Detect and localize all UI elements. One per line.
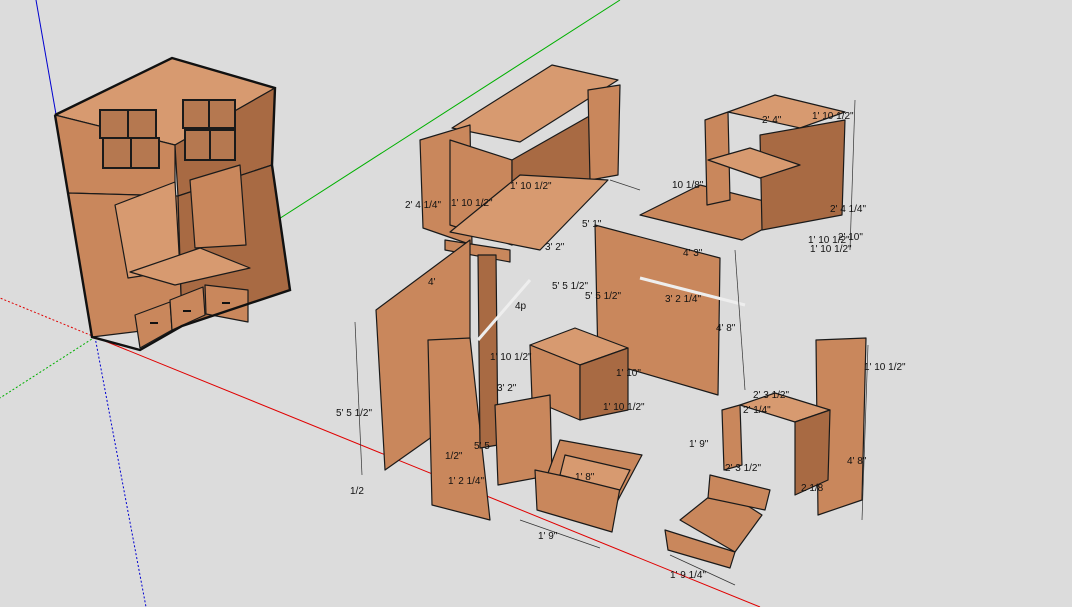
dim-label: 4' (428, 277, 436, 288)
dim-label: 1' 10 1/2" (810, 244, 852, 255)
dim-label: 1' 10 1/2" (864, 362, 906, 373)
dim-label: 10 1/8" (672, 180, 704, 191)
dim-label: 5' 5 (474, 441, 490, 452)
dim-label: 2 1/8 (801, 483, 824, 494)
dim-label: 1/2" (445, 451, 463, 462)
exploded-right-bottom-unit[interactable] (664, 392, 831, 569)
dim-label: 2' 10" (838, 232, 863, 243)
model-canvas[interactable]: 2' 4" 1' 10 1/2" 1' 10 1/2" 10 1/8" 2' 4… (0, 0, 1072, 607)
dim-label: 3' 2" (497, 383, 517, 394)
dim-label: 4' 8" (716, 323, 736, 334)
dim-label: 1' 9" (689, 439, 709, 450)
dim-label: 3' 2" (545, 242, 565, 253)
dim-label: 4' 3" (683, 248, 703, 259)
dim-label: 1' 2 1/4" (448, 476, 484, 487)
dim-label: 1' 10" (616, 368, 641, 379)
dim-label: 3' 2 1/4" (665, 294, 701, 305)
dim-label: 4p (515, 301, 527, 312)
dim-label: 5' 5 1/2" (336, 408, 372, 419)
dim-label: 2' 4 1/4" (405, 200, 441, 211)
dim-label: 2' 4" (762, 115, 782, 126)
dim-label: 1' 9 1/4" (670, 570, 706, 581)
red-x-axis-neg (0, 297, 96, 338)
exploded-upper-cabinet[interactable] (419, 64, 621, 263)
blue-z-axis-neg (94, 336, 147, 607)
dim-label: 2' 1/4" (743, 405, 771, 416)
dim-label: 1' 8" (575, 472, 595, 483)
dim-label: 1' 10 1/2" (812, 111, 854, 122)
dim-label: 1' 10 1/2" (510, 181, 552, 192)
dim-label: 5' 1" (582, 219, 602, 230)
dim-label: 1' 9" (538, 531, 558, 542)
assembled-wardrobe-model[interactable] (53, 56, 292, 352)
dim-label: 5' 5 1/2" (552, 281, 588, 292)
dim-label: 4' 8" (847, 456, 867, 467)
dim-label: 2' 3 1/2" (725, 463, 761, 474)
dim-label: 1/2 (350, 486, 364, 497)
dim-label: 1' 10 1/2" (603, 402, 645, 413)
dim-label: 2' 4 1/4" (830, 204, 866, 215)
green-y-axis-neg (0, 336, 96, 399)
dim-label: 1' 10 1/2" (490, 352, 532, 363)
dim-label: 5' 5 1/2" (585, 291, 621, 302)
sketchup-3d-viewport[interactable]: 2' 4" 1' 10 1/2" 1' 10 1/2" 10 1/8" 2' 4… (0, 0, 1072, 607)
dim-label: 1' 10 1/2" (451, 198, 493, 209)
dim-label: 2' 3 1/2" (753, 390, 789, 401)
